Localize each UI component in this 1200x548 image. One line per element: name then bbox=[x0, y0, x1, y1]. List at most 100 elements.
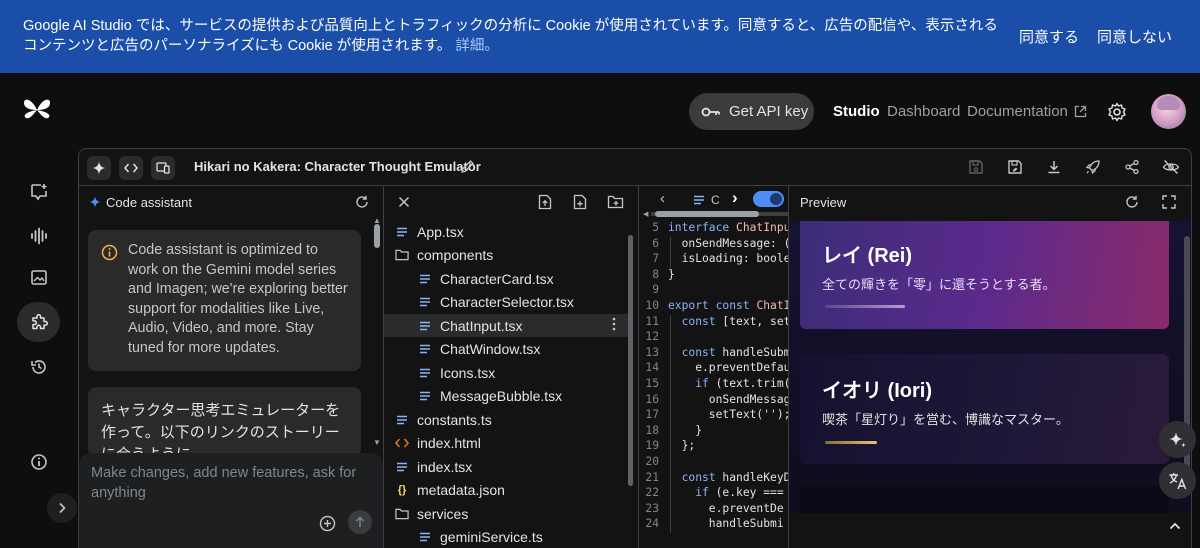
code-line[interactable]: } bbox=[668, 424, 702, 437]
file-tree-item[interactable]: ChatWindow.tsx bbox=[384, 338, 628, 361]
file-tree-item[interactable]: geminiService.ts bbox=[384, 526, 628, 548]
new-file-icon[interactable] bbox=[573, 194, 587, 210]
assistant-scrollbar-thumb[interactable] bbox=[374, 224, 380, 248]
app-builder-frame: Hikari no Kakera: Character Thought Emul… bbox=[78, 148, 1192, 548]
devices-icon bbox=[156, 162, 170, 174]
code-line[interactable]: onSendMessage bbox=[668, 393, 788, 406]
tab-scroll-left-icon[interactable]: ‹ bbox=[660, 190, 665, 207]
send-button[interactable] bbox=[348, 510, 372, 534]
code-line[interactable]: if (e.key === ' bbox=[668, 486, 788, 499]
share-icon[interactable] bbox=[1124, 159, 1140, 175]
expand-rail-button[interactable] bbox=[47, 493, 77, 523]
device-view-button[interactable] bbox=[151, 156, 175, 180]
visibility-off-icon[interactable] bbox=[1162, 159, 1180, 175]
code-line[interactable]: } bbox=[668, 268, 675, 281]
file-tree: App.tsxcomponentsCharacterCard.tsxCharac… bbox=[384, 220, 624, 548]
tab-scroll-right-icon[interactable]: › bbox=[732, 188, 738, 208]
deploy-rocket-icon[interactable] bbox=[1085, 159, 1101, 175]
line-number: 16 bbox=[639, 393, 659, 406]
wrap-toggle[interactable] bbox=[753, 191, 784, 207]
assistant-input[interactable]: Make changes, add new features, ask for … bbox=[91, 463, 361, 503]
cookie-text: Google AI Studio では、サービスの提供および品質向上とトラフィッ… bbox=[23, 18, 998, 54]
nav-documentation[interactable]: Documentation bbox=[967, 103, 1087, 120]
file-lines-icon bbox=[395, 460, 409, 474]
cookie-decline-button[interactable]: 同意しない bbox=[1097, 26, 1172, 47]
file-tree-item[interactable]: CharacterCard.tsx bbox=[384, 267, 628, 290]
history-icon bbox=[30, 358, 48, 376]
code-line[interactable]: isLoading: boolea bbox=[668, 252, 788, 265]
save-disabled-icon[interactable] bbox=[968, 159, 984, 175]
reload-preview-icon[interactable] bbox=[1125, 195, 1139, 209]
user-avatar[interactable] bbox=[1151, 94, 1186, 129]
code-line[interactable]: }; bbox=[668, 439, 695, 452]
character-description: 全ての輝きを「零」に還そうとする者。 bbox=[822, 274, 1056, 293]
rail-chat-button[interactable] bbox=[17, 172, 60, 212]
h-scroll-left-arrow-icon[interactable]: ◀ bbox=[643, 210, 648, 218]
character-card-iori[interactable]: イオリ (Iori) 喫茶「星灯り」を営む、博識なマスター。 bbox=[800, 354, 1169, 464]
file-tree-item[interactable]: {}metadata.json bbox=[384, 479, 628, 502]
nav-studio[interactable]: Studio bbox=[833, 103, 880, 120]
chevron-up-icon[interactable] bbox=[1169, 522, 1181, 530]
user-message-bubble: キャラクター思考エミュレーターを作って。以下のリンクのストーリーに合うように。 bbox=[88, 387, 361, 457]
translate-float-button[interactable] bbox=[1159, 462, 1196, 499]
character-card-rei[interactable]: レイ (Rei) 全ての輝きを「零」に還そうとする者。 bbox=[800, 221, 1169, 329]
line-number: 23 bbox=[639, 502, 659, 515]
code-line[interactable]: const handleSubmi bbox=[668, 346, 788, 359]
gemini-mode-button[interactable] bbox=[87, 156, 111, 180]
file-tree-item[interactable]: services bbox=[384, 502, 628, 525]
save-as-icon[interactable] bbox=[1007, 159, 1023, 175]
file-tree-item[interactable]: ChatInput.tsx bbox=[384, 314, 628, 337]
file-tree-item[interactable]: CharacterSelector.tsx bbox=[384, 291, 628, 314]
code-view-button[interactable] bbox=[119, 156, 143, 180]
edit-title-pencil-icon[interactable] bbox=[460, 159, 475, 174]
code-line[interactable]: handleSubmi bbox=[668, 517, 784, 530]
code-line[interactable]: e.preventDefaul bbox=[668, 361, 788, 374]
code-line[interactable]: setText(''); bbox=[668, 408, 788, 421]
assistant-notice-text: Code assistant is optimized to work on t… bbox=[128, 241, 352, 359]
nav-dashboard[interactable]: Dashboard bbox=[887, 103, 960, 120]
code-line[interactable]: interface ChatInpu bbox=[668, 221, 788, 234]
ai-studio-logo-icon[interactable] bbox=[22, 97, 52, 123]
rail-build-button[interactable] bbox=[17, 302, 60, 342]
rail-info-button[interactable] bbox=[17, 442, 60, 482]
ai-assist-float-button[interactable] bbox=[1159, 421, 1196, 458]
file-tree-item-label: ChatInput.tsx bbox=[440, 318, 523, 334]
editor-tab[interactable]: C bbox=[693, 193, 720, 207]
code-line[interactable]: e.preventDe bbox=[668, 502, 784, 515]
refresh-icon[interactable] bbox=[355, 195, 369, 209]
file-tree-item[interactable]: Icons.tsx bbox=[384, 361, 628, 384]
scroll-down-arrow-icon[interactable]: ▼ bbox=[373, 438, 381, 447]
cookie-accept-button[interactable]: 同意する bbox=[1019, 26, 1079, 47]
file-tree-item[interactable]: components bbox=[384, 244, 628, 267]
puzzle-icon bbox=[29, 312, 49, 332]
scroll-up-arrow-icon[interactable]: ▲ bbox=[373, 216, 381, 225]
download-icon[interactable] bbox=[1046, 159, 1062, 175]
rail-stream-button[interactable] bbox=[17, 216, 60, 256]
new-folder-icon[interactable] bbox=[607, 195, 624, 209]
rail-history-button[interactable] bbox=[17, 347, 60, 387]
more-vert-icon[interactable] bbox=[612, 317, 616, 331]
line-number: 18 bbox=[639, 424, 659, 437]
file-lines-icon bbox=[418, 342, 432, 356]
code-line[interactable]: const handleKeyDo bbox=[668, 471, 788, 484]
code-line[interactable]: const [text, setT bbox=[668, 315, 788, 328]
upload-file-icon[interactable] bbox=[538, 194, 552, 210]
cookie-details-link[interactable]: 詳細。 bbox=[455, 38, 499, 54]
fullscreen-icon[interactable] bbox=[1162, 195, 1176, 209]
code-line[interactable]: onSendMessage: (t bbox=[668, 237, 788, 250]
settings-gear-icon[interactable] bbox=[1107, 102, 1127, 122]
tree-scrollbar-thumb[interactable] bbox=[628, 235, 633, 486]
rail-media-button[interactable] bbox=[17, 258, 60, 298]
file-tree-item-label: App.tsx bbox=[417, 224, 464, 240]
code-line[interactable]: if (text.trim() bbox=[668, 377, 788, 390]
close-panel-icon[interactable] bbox=[398, 196, 410, 208]
file-tree-item[interactable]: constants.ts bbox=[384, 408, 628, 431]
file-tree-item[interactable]: index.tsx bbox=[384, 455, 628, 478]
file-tree-item[interactable]: index.html bbox=[384, 432, 628, 455]
file-tree-item[interactable]: App.tsx bbox=[384, 220, 628, 243]
get-api-key-button[interactable]: Get API key bbox=[689, 93, 814, 130]
add-attachment-icon[interactable] bbox=[319, 515, 336, 532]
file-tree-item[interactable]: MessageBubble.tsx bbox=[384, 385, 628, 408]
code-line[interactable]: export const ChatIn bbox=[668, 299, 788, 312]
editor-h-scroll-thumb[interactable] bbox=[655, 211, 759, 217]
